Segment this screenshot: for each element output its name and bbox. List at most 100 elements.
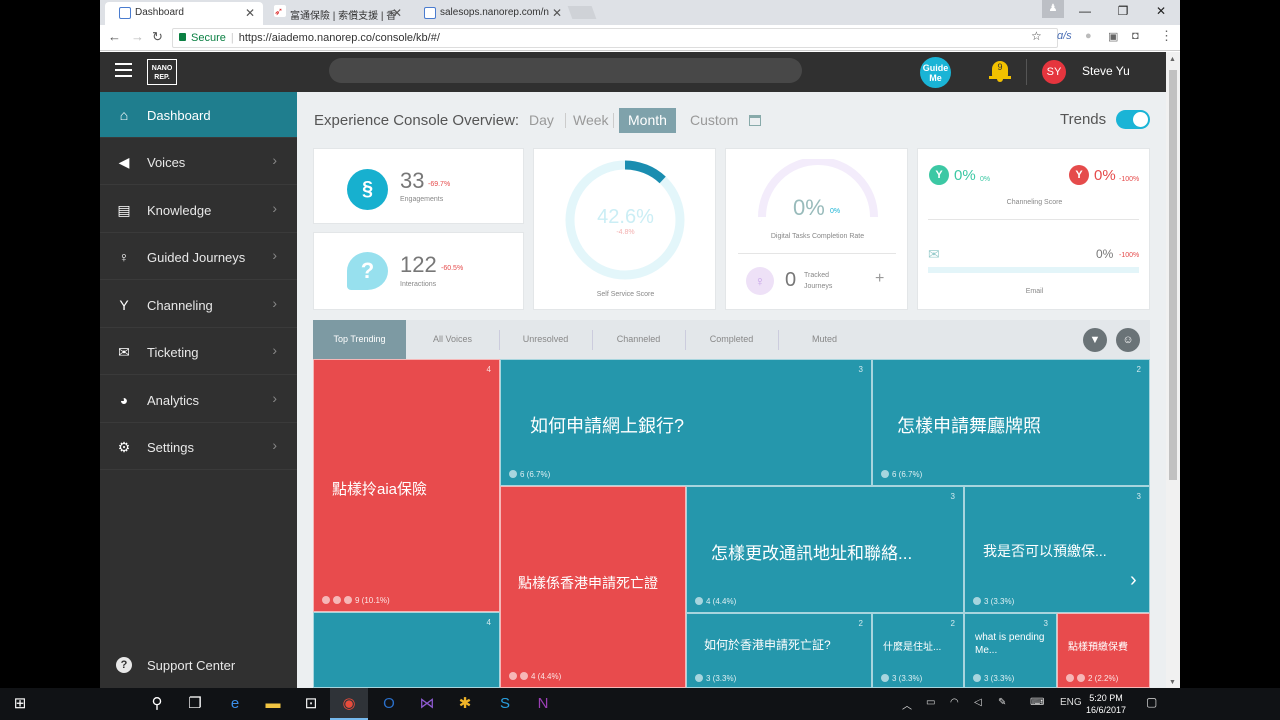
avatar[interactable]: SY [1042, 60, 1066, 84]
chrome-icon[interactable]: ◉ [330, 688, 368, 720]
notification-center-icon[interactable]: ▢ [1146, 695, 1157, 709]
support-center-link[interactable]: ? Support Center [100, 650, 297, 680]
voices-tabs: Top Trending All Voices Unresolved Chann… [313, 320, 1150, 359]
treemap-tile[interactable]: 點樣係香港申請死亡證 4 (4.4%) [500, 486, 686, 688]
language-indicator[interactable]: ENG [1060, 697, 1082, 708]
new-tab-button[interactable] [567, 6, 597, 19]
treemap-tile[interactable]: 2 怎樣申請舞廳牌照 6 (6.7%) [872, 359, 1150, 486]
browser-tab-salesops[interactable]: salesops.nanorep.com/n ✕ [410, 2, 570, 25]
wifi-icon[interactable]: ◠ [950, 697, 959, 708]
search-input[interactable] [329, 58, 802, 83]
chevron-right-icon[interactable]: › [1130, 569, 1137, 592]
chevron-right-icon: › [272, 200, 277, 216]
treemap-tile[interactable]: 3 我是否可以預繳保... 3 (3.3%) [964, 486, 1150, 613]
treemap-tile[interactable]: 4 [313, 612, 500, 688]
folder-icon[interactable]: ▬ [254, 688, 292, 720]
volume-icon[interactable]: ◁ [974, 697, 982, 708]
sidebar-item-settings[interactable]: ⚙ Settings › [100, 424, 297, 470]
search-icon[interactable]: ⚲ [138, 688, 176, 720]
task-view-icon[interactable]: ❐ [176, 688, 214, 720]
keyboard-icon[interactable]: ⌨ [1030, 697, 1044, 708]
sidebar-item-guided-journeys[interactable]: ♀ Guided Journeys › [100, 234, 297, 280]
visual-studio-icon[interactable]: ⋈ [408, 688, 446, 720]
sidebar-item-dashboard[interactable]: ⌂ Dashboard [100, 92, 297, 138]
profile-icon[interactable]: ♟ [1042, 0, 1064, 18]
extension-square-icon[interactable]: ▣ [1108, 30, 1118, 43]
period-custom[interactable]: Custom [690, 108, 738, 133]
email-bar [928, 267, 1139, 273]
period-month[interactable]: Month [619, 108, 676, 133]
page-icon [424, 7, 436, 19]
store-icon[interactable]: ⊡ [292, 688, 330, 720]
tab-unresolved[interactable]: Unresolved [499, 320, 592, 359]
treemap-tile[interactable]: 3 如何申請網上銀行? 6 (6.7%) [500, 359, 872, 486]
restore-icon[interactable]: ❐ [1104, 0, 1142, 25]
close-icon[interactable]: ✕ [392, 6, 402, 20]
tab-channeled[interactable]: Channeled [592, 320, 685, 359]
browser-tab-ftlife[interactable]: ➶ 富通保險 | 索償支援 | 香 ✕ [260, 2, 410, 25]
chevron-up-icon[interactable]: ︿ [902, 697, 912, 712]
tab-completed[interactable]: Completed [685, 320, 778, 359]
treemap-tile[interactable]: 2 什麼是住址... 3 (3.3%) [872, 613, 964, 688]
guide-me-button[interactable]: Guide Me [920, 57, 951, 88]
calendar-icon[interactable] [749, 115, 761, 126]
megaphone-icon: ◀ [118, 154, 130, 170]
tab-title: 富通保險 | 索償支援 | 香 [290, 11, 397, 22]
engagements-card: § 33 -69.7% Engagements [313, 148, 524, 224]
treemap-tile[interactable]: 點樣預繳保費 2 (2.2%) [1057, 613, 1150, 688]
period-week[interactable]: Week [573, 108, 609, 133]
back-icon[interactable]: ← [108, 29, 121, 44]
close-window-icon[interactable]: ✕ [1142, 0, 1180, 25]
windows-start-icon[interactable]: ⊞ [0, 688, 40, 720]
sidebar-item-channeling[interactable]: Y Channeling › [100, 282, 297, 328]
tab-muted[interactable]: Muted [778, 320, 871, 359]
fork-icon: Y [929, 165, 949, 185]
url-field[interactable]: Secure | https://aiademo.nanorep.co/consol… [172, 28, 1058, 48]
reload-icon[interactable]: ↻ [152, 29, 163, 45]
taskbar: ⊞ ⚲ ❐ e ▬ ⊡ ◉ O ⋈ ✱ S N ︿ ▭ ◠ ◁ ✎ ⌨ ENG … [0, 688, 1280, 720]
tab-all-voices[interactable]: All Voices [406, 320, 499, 359]
group-icon[interactable]: ☺ [1116, 328, 1140, 352]
sidebar-item-voices[interactable]: ◀ Voices › [100, 139, 297, 185]
treemap-tile[interactable]: 3 怎樣更改通訊地址和聯絡... 4 (4.4%) [686, 486, 964, 613]
bell-icon[interactable]: 9 [989, 59, 1011, 83]
add-journey-button[interactable]: + [875, 270, 884, 288]
sidebar-item-knowledge[interactable]: ▤ Knowledge › [100, 187, 297, 233]
treemap-tile[interactable]: 2 如何於香港申請死亡証? 3 (3.3%) [686, 613, 872, 688]
treemap-tile[interactable]: 4 點樣拎aia保險 9 (10.1%) [313, 359, 500, 612]
clock[interactable]: 5:20 PM 16/6/2017 [1086, 692, 1126, 716]
pen-icon[interactable]: ✎ [998, 697, 1006, 708]
close-icon[interactable]: ✕ [245, 6, 255, 20]
filter-icon[interactable]: ▼ [1083, 328, 1107, 352]
scrollbar[interactable]: ▲ ▼ [1166, 52, 1180, 688]
sidebar-item-analytics[interactable]: ◕ Analytics › [100, 377, 297, 423]
battery-icon[interactable]: ▭ [926, 697, 935, 708]
tab-title: Dashboard [135, 7, 184, 18]
camera-icon[interactable]: ◘ [1132, 30, 1139, 42]
close-icon[interactable]: ✕ [552, 6, 562, 20]
outlook-icon[interactable]: O [370, 688, 408, 720]
extension-icon[interactable]: ɑ/s [1057, 30, 1072, 42]
period-day[interactable]: Day [529, 108, 554, 133]
treemap-tile[interactable]: 3 what is pending Me... 3 (3.3%) [964, 613, 1057, 688]
star-icon[interactable]: ☆ [1031, 29, 1042, 43]
sidebar-item-ticketing[interactable]: ✉ Ticketing › [100, 329, 297, 375]
minimize-icon[interactable]: — [1066, 0, 1104, 25]
trends-toggle[interactable] [1116, 110, 1150, 129]
edge-icon[interactable]: e [216, 688, 254, 720]
onenote-icon[interactable]: N [524, 688, 562, 720]
extension-dot-icon[interactable]: ● [1085, 30, 1092, 42]
forward-icon[interactable]: → [131, 29, 144, 44]
hamburger-icon[interactable] [115, 63, 132, 77]
app-icon[interactable]: ✱ [446, 688, 484, 720]
help-icon: ? [116, 657, 132, 673]
book-icon: ▤ [117, 202, 131, 218]
menu-icon[interactable]: ⋮ [1160, 28, 1173, 44]
chevron-right-icon: › [272, 342, 277, 358]
user-name[interactable]: Steve Yu [1082, 64, 1130, 78]
self-service-label: Self Service Score [596, 291, 655, 298]
browser-tab-dashboard[interactable]: Dashboard ✕ [105, 2, 263, 25]
tab-top-trending[interactable]: Top Trending [313, 320, 406, 359]
nanorep-logo: NANO REP. [147, 59, 177, 85]
skype-icon[interactable]: S [486, 688, 524, 720]
